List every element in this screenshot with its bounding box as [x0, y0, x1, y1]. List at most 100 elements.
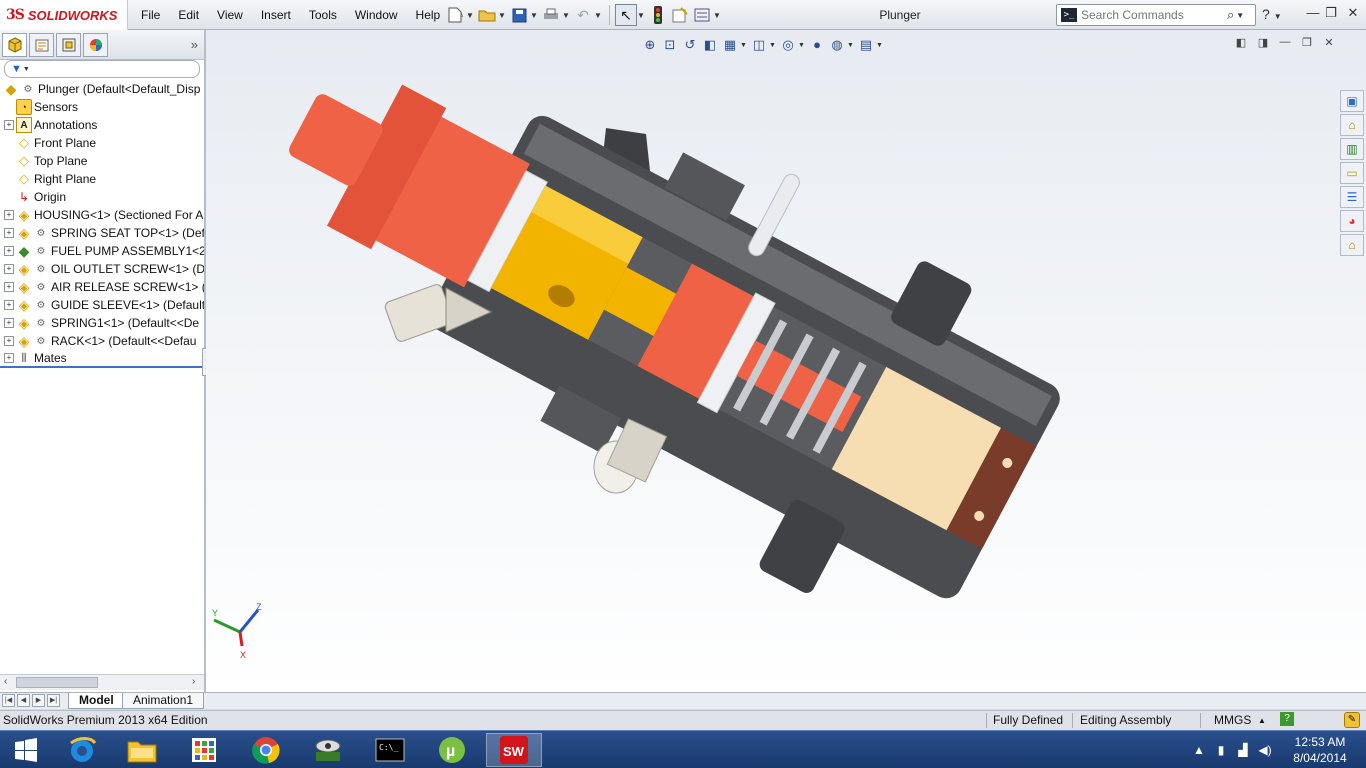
design-library-icon[interactable]: ⌂: [1340, 114, 1364, 136]
select-dropdown-icon[interactable]: ▼: [637, 11, 647, 20]
tree-item-sensors[interactable]: ◔ Sensors: [0, 98, 204, 116]
tab-model[interactable]: Model: [68, 693, 125, 709]
tree-filter-box[interactable]: ▼ ▼: [4, 60, 200, 78]
solidworks-logo[interactable]: 3S SOLIDWORKS: [0, 0, 128, 30]
expand-toggle[interactable]: +: [4, 210, 14, 220]
scrollbar-thumb[interactable]: [16, 677, 98, 688]
tree-item-spring-seat-top[interactable]: + ◈ ⚙ SPRING SEAT TOP<1> (Def: [0, 224, 204, 242]
file-explorer-pane-icon[interactable]: ▥: [1340, 138, 1364, 160]
expand-toggle[interactable]: +: [4, 228, 14, 238]
menu-view[interactable]: View: [208, 8, 252, 22]
new-dropdown-icon[interactable]: ▼: [466, 11, 476, 20]
tree-item-guide-sleeve[interactable]: + ◈ ⚙ GUIDE SLEEVE<1> (Default: [0, 296, 204, 314]
show-hidden-icons[interactable]: ▲: [1188, 743, 1210, 757]
appearances-icon[interactable]: ◕: [1340, 210, 1364, 232]
tree-item-annotations[interactable]: + A Annotations: [0, 116, 204, 134]
restore-icon[interactable]: ❐: [1322, 5, 1340, 23]
tree-item-origin[interactable]: ↳ Origin: [0, 188, 204, 206]
expand-toggle[interactable]: +: [4, 282, 14, 292]
prev-tab-icon[interactable]: ◀: [17, 694, 30, 707]
display-manager-tab-icon[interactable]: [83, 32, 108, 57]
expand-toggle[interactable]: +: [4, 264, 14, 274]
tree-item-rack[interactable]: + ◈ ⚙ RACK<1> (Default<<Defau: [0, 332, 204, 350]
search-commands-input[interactable]: [1081, 8, 1221, 22]
tree-item-air-release-screw[interactable]: + ◈ ⚙ AIR RELEASE SCREW<1> (D: [0, 278, 204, 296]
save-dropdown-icon[interactable]: ▼: [530, 11, 540, 20]
tree-item-housing[interactable]: + ◈ HOUSING<1> (Sectioned For A: [0, 206, 204, 224]
scroll-left-icon[interactable]: ‹: [4, 676, 7, 687]
solidworks-taskbar-icon[interactable]: SW: [486, 733, 542, 767]
units-selector[interactable]: MMGS: [1214, 713, 1251, 727]
save-icon[interactable]: [508, 4, 530, 26]
menu-window[interactable]: Window: [346, 8, 407, 22]
custom-properties-icon[interactable]: ⌂: [1340, 234, 1364, 256]
menu-file[interactable]: File: [132, 8, 169, 22]
command-prompt-taskbar-icon[interactable]: C:\_: [362, 733, 418, 767]
windows-start-icon[interactable]: [0, 733, 52, 767]
help-status-icon[interactable]: ?: [1280, 712, 1294, 726]
tree-horizontal-scrollbar[interactable]: ‹ ›: [0, 674, 204, 690]
menu-edit[interactable]: Edit: [169, 8, 208, 22]
expand-toggle[interactable]: +: [4, 120, 14, 130]
select-cursor-icon[interactable]: ↖: [615, 4, 637, 26]
metro-apps-icon[interactable]: [176, 733, 232, 767]
expand-toggle[interactable]: +: [4, 353, 14, 363]
tree-item-spring1[interactable]: + ◈ ⚙ SPRING1<1> (Default<<De: [0, 314, 204, 332]
graphics-area[interactable]: ⊕ ⊡ ↺ ◧ ▦ ▼ ◫ ▼ ◎ ▼ ● ◍ ▼ ▤ ▼ ◧ ◨ — ❐ ✕ …: [206, 30, 1366, 692]
tree-item-fuel-pump-assembly[interactable]: + ◆ ⚙ FUEL PUMP ASSEMBLY1<2: [0, 242, 204, 260]
power-icon[interactable]: ▮: [1210, 743, 1232, 757]
next-tab-icon[interactable]: ▶: [32, 694, 45, 707]
minimize-icon[interactable]: —: [1304, 5, 1322, 23]
quick-tips-icon[interactable]: ✎: [1344, 712, 1360, 728]
last-tab-icon[interactable]: ▶|: [47, 694, 60, 707]
undo-dropdown-icon[interactable]: ▼: [594, 11, 604, 20]
plunger-section-model[interactable]: [206, 30, 1336, 692]
file-explorer-icon[interactable]: [114, 733, 170, 767]
first-tab-icon[interactable]: |◀: [2, 694, 15, 707]
menu-insert[interactable]: Insert: [252, 8, 300, 22]
file-properties-icon[interactable]: [669, 4, 691, 26]
solidworks-resources-icon[interactable]: ▣: [1340, 90, 1364, 112]
view-palette-icon[interactable]: ☰: [1340, 186, 1364, 208]
volume-icon[interactable]: ◀): [1254, 743, 1276, 757]
chrome-icon[interactable]: [238, 733, 294, 767]
search-commands-box[interactable]: >_ ⌕ ▼: [1056, 4, 1256, 26]
property-manager-tab-icon[interactable]: [29, 32, 54, 57]
print-icon[interactable]: [540, 4, 562, 26]
tree-item-mates[interactable]: + ⫴ Mates: [0, 350, 204, 368]
tab-animation1[interactable]: Animation1: [122, 693, 205, 709]
expand-toggle[interactable]: +: [4, 246, 14, 256]
undo-icon[interactable]: ↶: [572, 4, 594, 26]
rebuild-traffic-light-icon[interactable]: [647, 4, 669, 26]
units-arrow-icon[interactable]: ▲: [1258, 716, 1266, 725]
menu-tools[interactable]: Tools: [300, 8, 346, 22]
utorrent-icon[interactable]: µ: [424, 733, 480, 767]
taskbar-clock[interactable]: 12:53 AM 8/04/2014: [1290, 734, 1350, 766]
open-folder-icon[interactable]: [476, 4, 498, 26]
new-document-icon[interactable]: [444, 4, 466, 26]
search-icon[interactable]: ⌕: [1227, 7, 1234, 23]
tree-item-right-plane[interactable]: ◇ Right Plane: [0, 170, 204, 188]
signal-icon[interactable]: ▟: [1232, 743, 1254, 757]
tree-item-front-plane[interactable]: ◇ Front Plane: [0, 134, 204, 152]
scroll-right-icon[interactable]: ›: [192, 676, 195, 687]
network-tool-icon[interactable]: [300, 733, 356, 767]
view-palette-folder-icon[interactable]: ▭: [1340, 162, 1364, 184]
expand-toggle[interactable]: +: [4, 336, 14, 346]
search-dropdown-icon[interactable]: ▼: [1236, 11, 1244, 20]
close-icon[interactable]: ✕: [1344, 5, 1362, 23]
internet-explorer-icon[interactable]: [54, 733, 110, 767]
open-dropdown-icon[interactable]: ▼: [498, 11, 508, 20]
tree-item-oil-outlet-screw[interactable]: + ◈ ⚙ OIL OUTLET SCREW<1> (D: [0, 260, 204, 278]
menu-help[interactable]: Help: [407, 8, 450, 22]
help-question-icon[interactable]: ? ▼: [1262, 6, 1282, 22]
options-dropdown-icon[interactable]: ▼: [713, 11, 723, 20]
options-icon[interactable]: [691, 4, 713, 26]
tree-root-plunger[interactable]: ◆ ⚙ Plunger (Default<Default_Disp: [0, 80, 204, 98]
feature-manager-tab-icon[interactable]: [2, 32, 27, 57]
expand-tabs-icon[interactable]: »: [191, 37, 198, 52]
configuration-manager-tab-icon[interactable]: [56, 32, 81, 57]
tree-item-top-plane[interactable]: ◇ Top Plane: [0, 152, 204, 170]
expand-toggle[interactable]: +: [4, 318, 14, 328]
expand-toggle[interactable]: +: [4, 300, 14, 310]
